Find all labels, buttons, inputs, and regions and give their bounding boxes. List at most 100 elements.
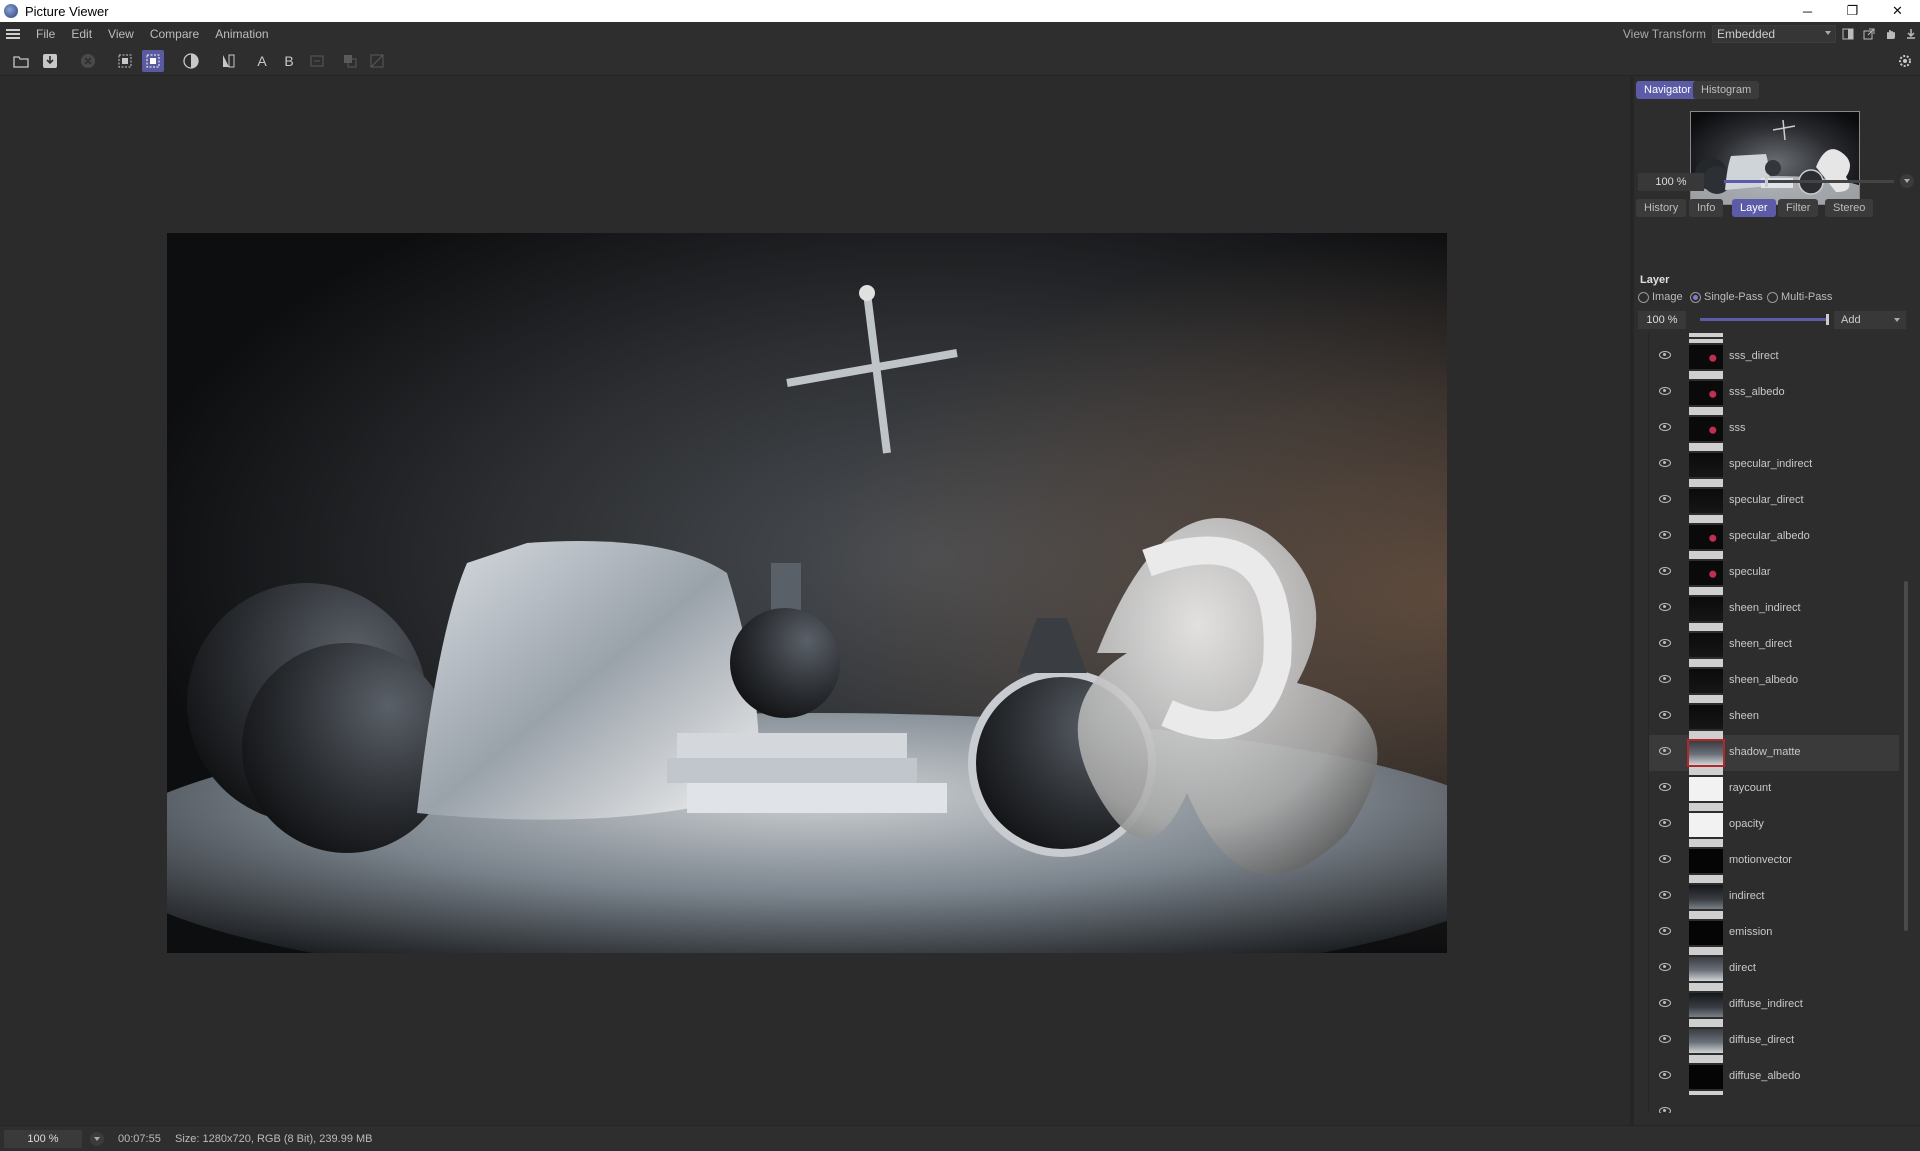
layer-opacity-field[interactable]: 100 % [1638, 311, 1686, 329]
tab-info[interactable]: Info [1689, 199, 1724, 217]
radio-image[interactable]: Image [1638, 291, 1683, 303]
visibility-eye-icon[interactable] [1659, 387, 1671, 395]
tab-histogram[interactable]: Histogram [1693, 81, 1760, 99]
layer-row[interactable]: sss [1649, 411, 1899, 447]
layer-row[interactable]: specular_direct [1649, 483, 1899, 519]
radio-single-pass-dot [1690, 291, 1701, 303]
tab-navigator[interactable]: Navigator [1636, 81, 1700, 99]
visibility-eye-icon[interactable] [1659, 855, 1671, 863]
menu-compare[interactable]: Compare [142, 27, 207, 41]
menu-animation[interactable]: Animation [207, 27, 276, 41]
navigator-preview[interactable] [1690, 111, 1860, 205]
menu-file[interactable]: File [28, 27, 63, 41]
split-view-icon[interactable] [1839, 25, 1857, 43]
visibility-eye-icon[interactable] [1659, 1107, 1671, 1113]
navigator-zoom-slider[interactable] [1724, 176, 1894, 187]
radio-single-pass[interactable]: Single-Pass [1690, 291, 1763, 303]
image-viewport[interactable] [0, 77, 1630, 1125]
visibility-eye-icon[interactable] [1659, 675, 1671, 683]
layer-row[interactable]: shadow_matte [1649, 735, 1899, 771]
visibility-eye-icon[interactable] [1659, 495, 1671, 503]
layer-list-scrollbar[interactable] [1904, 581, 1908, 931]
visibility-eye-icon[interactable] [1659, 567, 1671, 575]
navigator-zoom-field[interactable]: 100 % [1638, 173, 1704, 191]
layer-opacity-handle[interactable] [1826, 314, 1829, 325]
visibility-eye-icon[interactable] [1659, 603, 1671, 611]
compare-b-button[interactable]: B [278, 50, 300, 72]
visibility-eye-icon[interactable] [1659, 747, 1671, 755]
zoom-dropdown-icon[interactable] [90, 1132, 104, 1146]
layer-row[interactable]: raycount [1649, 771, 1899, 807]
visibility-eye-icon[interactable] [1659, 459, 1671, 467]
layer-row[interactable]: diffuse_indirect [1649, 987, 1899, 1023]
render-region-icon[interactable] [114, 50, 136, 72]
layer-thumb-image [1689, 885, 1723, 909]
minimize-button[interactable]: ─ [1785, 0, 1830, 22]
layer-thumb-image [1689, 705, 1723, 729]
layer-row[interactable]: specular [1649, 555, 1899, 591]
navigator-options-icon[interactable] [1900, 174, 1914, 188]
tab-layer[interactable]: Layer [1732, 199, 1776, 217]
tab-history[interactable]: History [1636, 199, 1687, 217]
layer-row[interactable]: sheen_albedo [1649, 663, 1899, 699]
layer-row[interactable]: opacity [1649, 807, 1899, 843]
visibility-eye-icon[interactable] [1659, 927, 1671, 935]
visibility-eye-icon[interactable] [1659, 423, 1671, 431]
navigator-zoom-handle[interactable] [1765, 176, 1768, 187]
navigator-zoom-fill [1724, 180, 1767, 183]
hand-icon[interactable] [1881, 25, 1899, 43]
menu-edit[interactable]: Edit [63, 27, 100, 41]
blend-mode-select[interactable]: Add [1834, 311, 1906, 329]
layer-opacity-slider[interactable] [1700, 314, 1829, 325]
visibility-eye-icon[interactable] [1659, 783, 1671, 791]
visibility-eye-icon[interactable] [1659, 639, 1671, 647]
save-icon[interactable] [39, 50, 61, 72]
layer-row[interactable]: sheen [1649, 699, 1899, 735]
visibility-eye-icon[interactable] [1659, 351, 1671, 359]
visibility-eye-icon[interactable] [1659, 963, 1671, 971]
visibility-eye-icon[interactable] [1659, 891, 1671, 899]
layer-thumb-stripe [1689, 519, 1723, 523]
visibility-eye-icon[interactable] [1659, 1071, 1671, 1079]
visibility-eye-icon[interactable] [1659, 999, 1671, 1007]
layer-row[interactable]: sheen_indirect [1649, 591, 1899, 627]
rendered-image [167, 233, 1447, 953]
status-zoom-field[interactable]: 100 % [4, 1130, 82, 1148]
open-folder-icon[interactable] [10, 50, 32, 72]
layer-row[interactable]: specular_albedo [1649, 519, 1899, 555]
layer-thumbnail [1689, 555, 1723, 591]
layer-row[interactable]: sheen_direct [1649, 627, 1899, 663]
menu-view[interactable]: View [100, 27, 142, 41]
layer-row[interactable]: diffuse_direct [1649, 1023, 1899, 1059]
pin-icon[interactable] [1902, 25, 1920, 43]
layer-row[interactable]: emission [1649, 915, 1899, 951]
view-transform-value: Embedded [1717, 27, 1776, 41]
radio-multi-pass[interactable]: Multi-Pass [1767, 291, 1832, 303]
hamburger-menu-icon[interactable] [6, 29, 20, 39]
layer-row[interactable]: sss_direct [1649, 339, 1899, 375]
layer-row[interactable]: motionvector [1649, 843, 1899, 879]
layer-list[interactable]: sss_direct sss_albedo sss specular_indirect… [1648, 333, 1910, 1113]
layer-row[interactable]: diffuse_albedo [1649, 1059, 1899, 1095]
layer-row[interactable]: sss_albedo [1649, 375, 1899, 411]
external-window-icon[interactable] [1860, 25, 1878, 43]
tab-filter[interactable]: Filter [1778, 199, 1819, 217]
layer-row[interactable]: specular_indirect [1649, 447, 1899, 483]
visibility-eye-icon[interactable] [1659, 819, 1671, 827]
render-active-view-icon[interactable] [142, 50, 164, 72]
compare-a-button[interactable]: A [251, 50, 273, 72]
visibility-eye-icon[interactable] [1659, 1035, 1671, 1043]
layer-thumb-stripe [1689, 807, 1723, 811]
view-transform-select[interactable]: Embedded [1712, 25, 1836, 43]
restore-button[interactable]: ❐ [1830, 0, 1875, 22]
close-button[interactable]: ✕ [1875, 0, 1920, 22]
layer-row[interactable]: direct [1649, 951, 1899, 987]
contrast-icon[interactable] [180, 50, 202, 72]
window-title: Picture Viewer [25, 3, 109, 19]
tab-stereo[interactable]: Stereo [1825, 199, 1874, 217]
compare-ab-icon[interactable] [217, 50, 239, 72]
visibility-eye-icon[interactable] [1659, 531, 1671, 539]
settings-gear-icon[interactable] [1894, 50, 1916, 72]
visibility-eye-icon[interactable] [1659, 711, 1671, 719]
layer-row[interactable]: indirect [1649, 879, 1899, 915]
